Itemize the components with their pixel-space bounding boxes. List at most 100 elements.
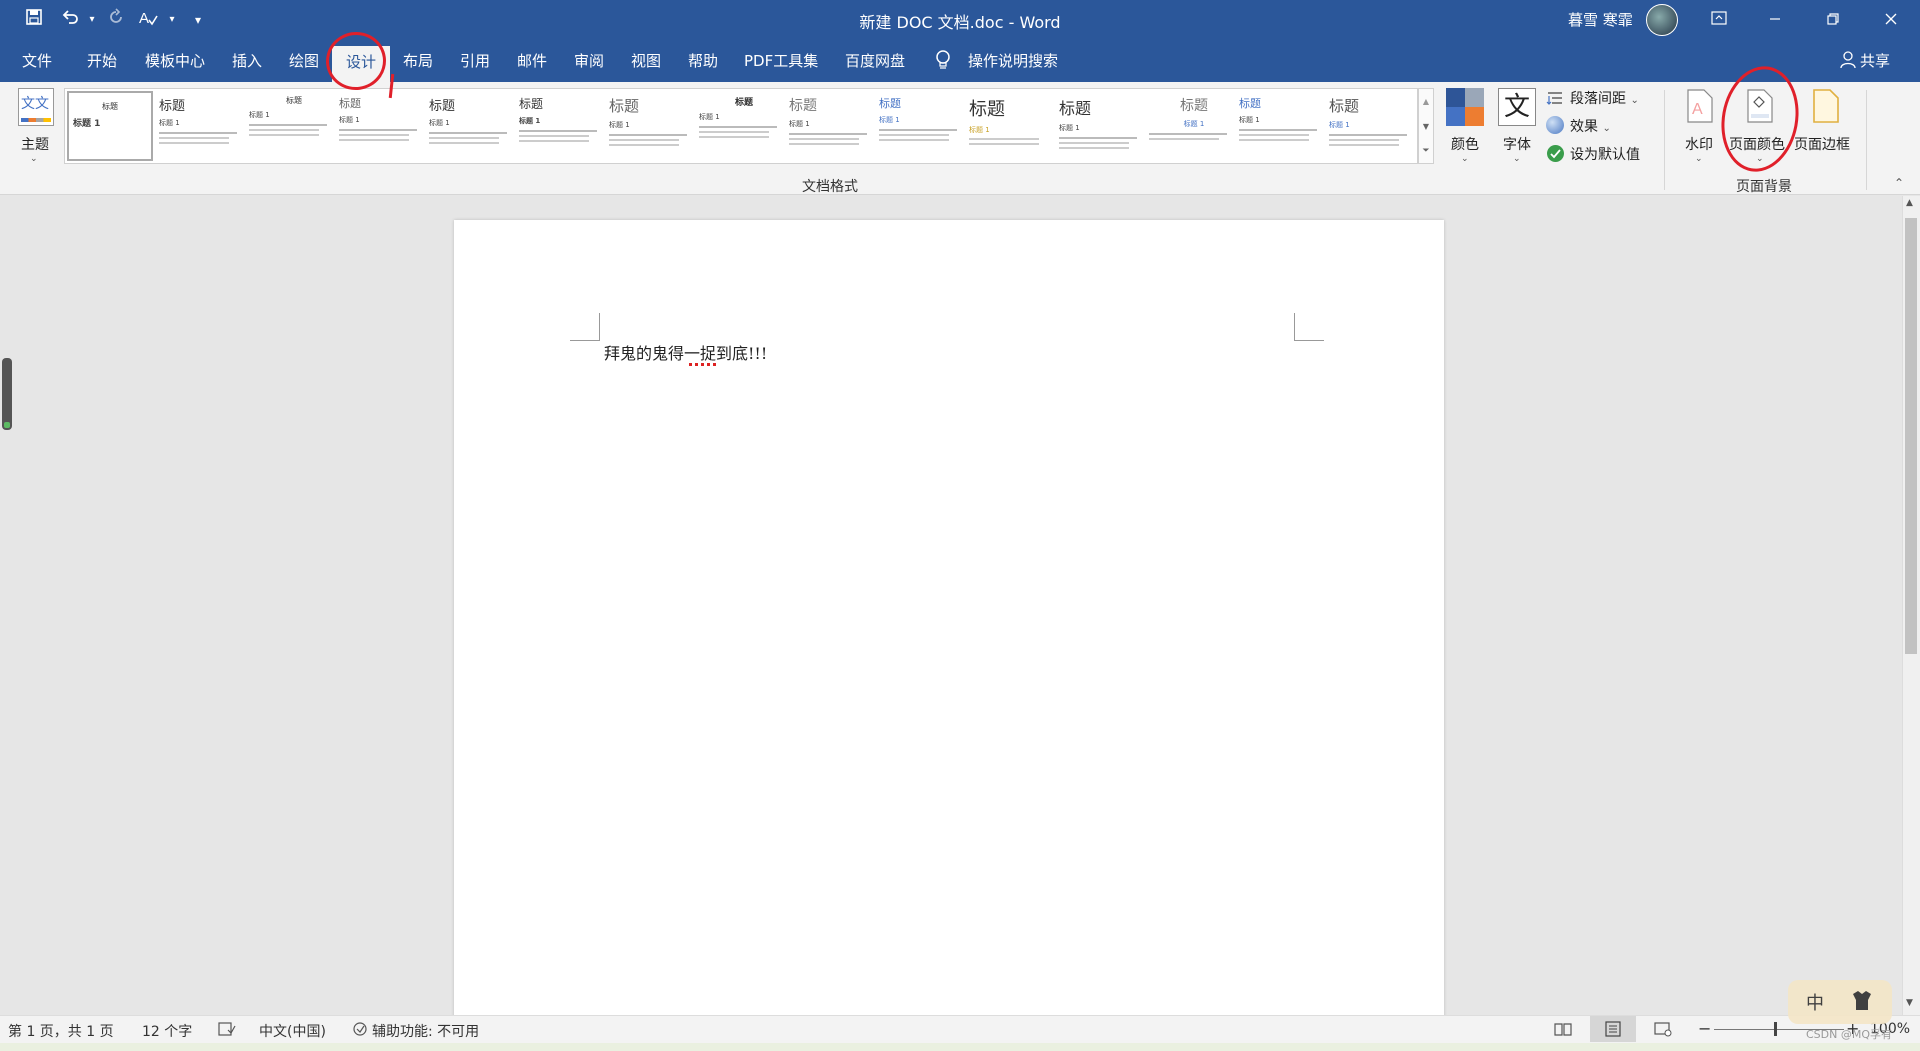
ime-skin-icon[interactable] — [1850, 990, 1874, 1016]
tab-file[interactable]: 文件 — [22, 50, 52, 71]
style-subheading: 标题 1 — [73, 119, 101, 129]
chevron-down-icon: ⌄ — [1461, 154, 1469, 164]
style-subheading: 标题 1 — [1329, 121, 1350, 129]
style-subheading: 标题 1 — [429, 119, 450, 127]
group-divider — [1664, 90, 1665, 190]
style-set-item[interactable]: 标题 标题 1 — [699, 95, 789, 165]
scroll-down-icon[interactable]: ▼ — [1906, 998, 1913, 1008]
document-formatting-group-label: 文档格式 — [802, 179, 858, 195]
gallery-more-icon[interactable]: ⏷ — [1419, 139, 1433, 163]
tab-insert[interactable]: 插入 — [232, 50, 262, 71]
set-as-default-button[interactable]: 设为默认值 — [1546, 144, 1640, 164]
read-mode-icon[interactable] — [1554, 1021, 1572, 1041]
tab-review[interactable]: 审阅 — [574, 50, 604, 71]
print-layout-icon[interactable] — [1590, 1016, 1636, 1042]
style-subheading: 标题 1 — [1183, 120, 1205, 128]
watermark-button[interactable]: A 水印 ⌄ — [1676, 88, 1722, 172]
gallery-scroll-up-icon[interactable]: ▲ — [1419, 89, 1433, 114]
web-layout-icon[interactable] — [1654, 1021, 1672, 1041]
minimize-icon[interactable] — [1752, 0, 1798, 40]
style-set-item[interactable]: 标题 标题 1 — [519, 95, 609, 165]
style-set-gallery: 标题 标题 1 标题 标题 1 标题 标题 1 标题 标题 1 标题 标题 1 标题 标题… — [64, 88, 1418, 164]
ribbon-display-options-icon[interactable] — [1696, 0, 1742, 40]
user-name[interactable]: 暮雪 寒霏 — [1568, 9, 1633, 30]
themes-button[interactable]: 文文 主题 ⌄ — [14, 88, 58, 172]
style-set-item[interactable]: 标题 标题 1 — [159, 95, 249, 165]
scrollbar-thumb[interactable] — [1905, 218, 1917, 654]
ime-mode-label[interactable]: 中 — [1806, 989, 1824, 1015]
accessibility-status[interactable]: 辅助功能: 不可用 — [372, 1021, 479, 1041]
tab-templates[interactable]: 模板中心 — [145, 50, 205, 71]
style-set-item[interactable]: 标题 标题 1 — [1059, 95, 1149, 165]
tab-view[interactable]: 视图 — [631, 50, 661, 71]
zoom-slider-thumb[interactable] — [1774, 1022, 1777, 1036]
margin-corner-mark — [570, 313, 600, 341]
fonts-button[interactable]: 文 字体 ⌄ — [1494, 88, 1540, 172]
proofing-icon[interactable] — [218, 1021, 236, 1041]
tab-draw[interactable]: 绘图 — [289, 50, 319, 71]
title-bar: ▾ A ▾ ▾ 新建 DOC 文档.doc - Word 暮雪 寒霏 — [0, 0, 1920, 40]
ime-toolbar[interactable]: 中 — [1788, 980, 1892, 1024]
language-status[interactable]: 中文(中国) — [259, 1021, 326, 1041]
tell-me-search[interactable]: 操作说明搜索 — [968, 50, 1058, 71]
themes-icon: 文文 — [18, 88, 54, 126]
style-set-item[interactable]: 标题 标题 1 — [969, 95, 1059, 165]
page-borders-label: 页面边框 — [1794, 137, 1850, 153]
page-borders-button[interactable]: 页面边框 — [1794, 88, 1858, 172]
tab-home[interactable]: 开始 — [87, 50, 117, 71]
scroll-up-icon[interactable]: ▲ — [1906, 198, 1913, 208]
restore-icon[interactable] — [1810, 0, 1856, 40]
tab-baidu-netdisk[interactable]: 百度网盘 — [845, 50, 905, 71]
customize-qat-icon[interactable]: ▾ — [186, 8, 210, 32]
chevron-down-icon: ⌄ — [1513, 154, 1521, 164]
page-count[interactable]: 第 1 页，共 1 页 — [8, 1021, 114, 1041]
tab-mailings[interactable]: 邮件 — [517, 50, 547, 71]
document-page[interactable]: 拜鬼的鬼得一捉到底!!! — [454, 220, 1444, 1015]
close-icon[interactable] — [1868, 0, 1914, 40]
style-set-item[interactable]: 标题 标题 1 — [67, 91, 153, 161]
style-set-item[interactable]: 标题 标题 1 — [789, 95, 879, 165]
undo-icon[interactable] — [58, 8, 82, 32]
set-as-default-label: 设为默认值 — [1570, 147, 1640, 163]
style-set-item[interactable]: 标题 标题 1 — [429, 95, 519, 165]
word-count[interactable]: 12 个字 — [142, 1021, 192, 1041]
document-text[interactable]: 拜鬼的鬼得一捉到底!!! — [604, 340, 767, 364]
undo-dropdown-icon[interactable]: ▾ — [80, 8, 104, 32]
paragraph-spacing-button[interactable]: 段落间距 ⌄ — [1546, 88, 1639, 108]
style-heading: 标题 — [339, 97, 361, 110]
watermark-label: 水印 — [1685, 137, 1713, 153]
avatar[interactable] — [1646, 4, 1678, 36]
style-heading: 标题 — [879, 97, 901, 110]
colors-icon — [1446, 88, 1484, 126]
document-area: 拜鬼的鬼得一捉到底!!! — [0, 196, 1902, 1015]
gallery-scroll-down-icon[interactable]: ▼ — [1419, 114, 1433, 139]
themes-icon-text: 文文 — [21, 96, 49, 112]
tab-references[interactable]: 引用 — [460, 50, 490, 71]
style-set-item[interactable]: 标题 标题 1 — [339, 95, 429, 165]
tab-help[interactable]: 帮助 — [688, 50, 718, 71]
lightbulb-icon — [934, 49, 952, 75]
vertical-scrollbar[interactable]: ▲ ▼ — [1902, 196, 1920, 1015]
share-button[interactable]: 共享 — [1860, 50, 1890, 71]
style-set-item[interactable]: 标题 标题 1 — [249, 95, 339, 165]
style-set-item[interactable]: 标题 标题 1 — [1149, 95, 1239, 165]
navigation-handle[interactable] — [2, 358, 12, 430]
style-set-item[interactable]: 标题 标题 1 — [1329, 95, 1415, 165]
ribbon-tab-bar: 文件 开始 模板中心 插入 绘图 设计 布局 引用 邮件 审阅 视图 帮助 PD… — [0, 40, 1920, 82]
style-set-item[interactable]: 标题 标题 1 — [879, 95, 969, 165]
colors-button[interactable]: 颜色 ⌄ — [1442, 88, 1488, 172]
tab-layout[interactable]: 布局 — [403, 50, 433, 71]
spelling-underline — [689, 363, 719, 366]
spell-check-icon[interactable]: A — [136, 8, 160, 32]
zoom-out-icon[interactable]: − — [1698, 1019, 1711, 1038]
spell-dropdown-icon[interactable]: ▾ — [160, 8, 184, 32]
tab-pdf-tools[interactable]: PDF工具集 — [744, 50, 818, 71]
fonts-label: 字体 — [1503, 137, 1531, 153]
colors-label: 颜色 — [1451, 137, 1479, 153]
save-icon[interactable] — [22, 8, 46, 32]
style-set-item[interactable]: 标题 标题 1 — [1239, 95, 1329, 165]
effects-button[interactable]: 效果 ⌄ — [1546, 116, 1611, 136]
redo-icon[interactable] — [104, 8, 128, 32]
collapse-ribbon-icon[interactable]: ⌃ — [1894, 176, 1904, 190]
style-set-item[interactable]: 标题 标题 1 — [609, 95, 699, 165]
